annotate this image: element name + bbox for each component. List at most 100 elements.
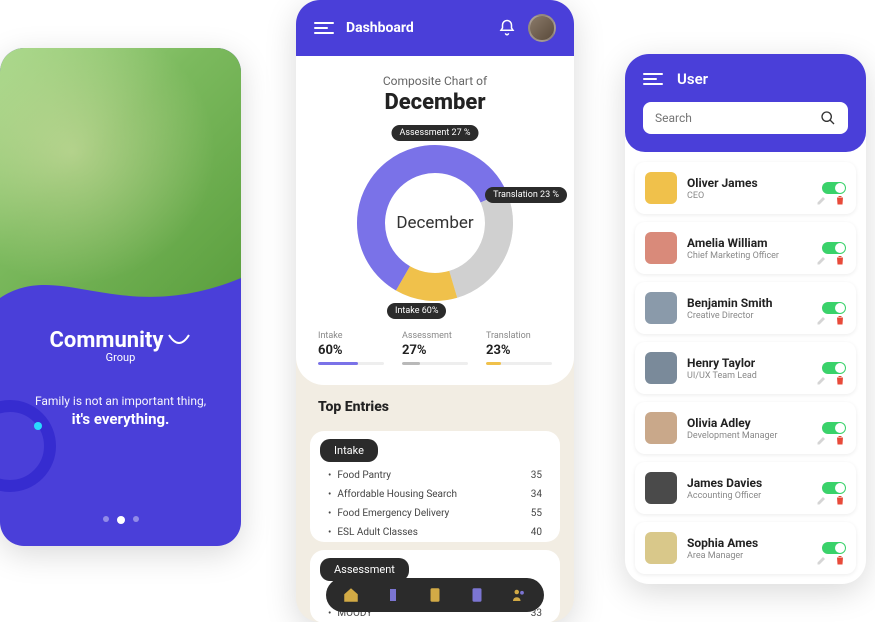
stat-value: 23%: [486, 343, 552, 358]
delete-icon[interactable]: [834, 374, 846, 386]
user-avatar: [645, 172, 677, 204]
user-role: Area Manager: [687, 551, 812, 561]
home-icon[interactable]: [342, 586, 360, 604]
donut-center-label: December: [396, 213, 473, 233]
user-name: Benjamin Smith: [687, 296, 812, 310]
active-toggle[interactable]: [822, 302, 846, 314]
user-name: Oliver James: [687, 176, 812, 190]
edit-icon[interactable]: [816, 554, 828, 566]
active-toggle[interactable]: [822, 182, 846, 194]
entry-row: •Affordable Housing Search34: [310, 485, 560, 504]
chart-badge-intake: Intake 60%: [387, 303, 446, 319]
document-icon[interactable]: [468, 586, 486, 604]
search-input[interactable]: [655, 111, 820, 125]
stat-value: 27%: [402, 343, 468, 358]
active-toggle[interactable]: [822, 542, 846, 554]
user-card[interactable]: Benjamin Smith Creative Director: [635, 282, 856, 334]
user-role: CEO: [687, 191, 812, 201]
active-toggle[interactable]: [822, 242, 846, 254]
entry-row: •Food Emergency Delivery55: [310, 504, 560, 523]
active-toggle[interactable]: [822, 362, 846, 374]
user-role: Accounting Officer: [687, 491, 812, 501]
edit-icon[interactable]: [816, 494, 828, 506]
user-name: Olivia Adley: [687, 416, 812, 430]
dashboard-header: Dashboard: [296, 0, 574, 56]
delete-icon[interactable]: [834, 434, 846, 446]
tagline-line1: Family is not an important thing,: [20, 394, 221, 408]
page-title: Dashboard: [346, 20, 486, 36]
active-toggle[interactable]: [822, 422, 846, 434]
group-header: Intake: [320, 439, 378, 462]
user-avatar: [645, 232, 677, 264]
edit-icon[interactable]: [816, 434, 828, 446]
chart-title: December: [318, 90, 552, 115]
user-avatar: [645, 532, 677, 564]
user-card[interactable]: Henry Taylor UI/UX Team Lead: [635, 342, 856, 394]
user-name: Henry Taylor: [687, 356, 812, 370]
user-avatar: [645, 292, 677, 324]
section-title: Top Entries: [318, 399, 552, 415]
active-toggle[interactable]: [822, 482, 846, 494]
menu-icon[interactable]: [643, 73, 663, 85]
user-card[interactable]: Amelia William Chief Marketing Officer: [635, 222, 856, 274]
user-role: Development Manager: [687, 431, 812, 441]
dashboard-screen: Dashboard Composite Chart of December De…: [296, 0, 574, 622]
users-header: User: [625, 54, 866, 152]
user-avatar[interactable]: [528, 14, 556, 42]
user-name: Sophia Ames: [687, 536, 812, 550]
menu-icon[interactable]: [314, 22, 334, 34]
edit-icon[interactable]: [816, 314, 828, 326]
delete-icon[interactable]: [834, 194, 846, 206]
stat-item: Translation 23%: [486, 331, 552, 365]
stat-label: Assessment: [402, 331, 468, 341]
delete-icon[interactable]: [834, 494, 846, 506]
page-dot[interactable]: [133, 516, 139, 522]
splash-screen: Community Group Family is not an importa…: [0, 48, 241, 546]
edit-icon[interactable]: [816, 254, 828, 266]
donut-chart: December Assessment 27 % Translation 23 …: [345, 133, 525, 313]
search-icon[interactable]: [820, 110, 836, 126]
user-role: Chief Marketing Officer: [687, 251, 812, 261]
user-card[interactable]: Sophia Ames Area Manager: [635, 522, 856, 574]
user-name: Amelia William: [687, 236, 812, 250]
page-dot[interactable]: [103, 516, 109, 522]
entry-group: Intake •Food Pantry35•Affordable Housing…: [310, 431, 560, 542]
stat-label: Intake: [318, 331, 384, 341]
stat-value: 60%: [318, 343, 384, 358]
user-card[interactable]: James Davies Accounting Officer: [635, 462, 856, 514]
clipboard-icon[interactable]: [426, 586, 444, 604]
user-card[interactable]: Olivia Adley Development Manager: [635, 402, 856, 454]
page-dot-active[interactable]: [117, 516, 125, 524]
chart-card: Composite Chart of December December Ass…: [296, 56, 574, 385]
top-entries-section: Top Entries: [296, 385, 574, 423]
bottom-nav: [326, 578, 544, 612]
users-icon[interactable]: [510, 586, 528, 604]
user-name: James Davies: [687, 476, 812, 490]
delete-icon[interactable]: [834, 254, 846, 266]
building-icon[interactable]: [384, 586, 402, 604]
user-role: Creative Director: [687, 311, 812, 321]
users-screen: User Oliver James CEO Amelia William Chi…: [625, 54, 866, 584]
user-list: Oliver James CEO Amelia William Chief Ma…: [625, 152, 866, 584]
delete-icon[interactable]: [834, 554, 846, 566]
search-box[interactable]: [643, 102, 848, 134]
page-title: User: [677, 70, 708, 88]
chart-pretitle: Composite Chart of: [318, 74, 552, 88]
entry-row: •ESL Adult Classes40: [310, 523, 560, 542]
user-card[interactable]: Oliver James CEO: [635, 162, 856, 214]
notification-icon[interactable]: [498, 19, 516, 37]
user-avatar: [645, 412, 677, 444]
user-avatar: [645, 472, 677, 504]
stats-row: Intake 60% Assessment 27% Translation 23…: [318, 331, 552, 365]
user-role: UI/UX Team Lead: [687, 371, 812, 381]
stat-item: Assessment 27%: [402, 331, 468, 365]
tagline-line2: it's everything.: [20, 410, 221, 428]
delete-icon[interactable]: [834, 314, 846, 326]
chart-badge-translation: Translation 23 %: [485, 187, 567, 203]
app-logo: Community Group: [20, 328, 221, 364]
edit-icon[interactable]: [816, 194, 828, 206]
user-avatar: [645, 352, 677, 384]
entry-row: •Food Pantry35: [310, 466, 560, 485]
edit-icon[interactable]: [816, 374, 828, 386]
page-indicator[interactable]: [103, 516, 139, 524]
